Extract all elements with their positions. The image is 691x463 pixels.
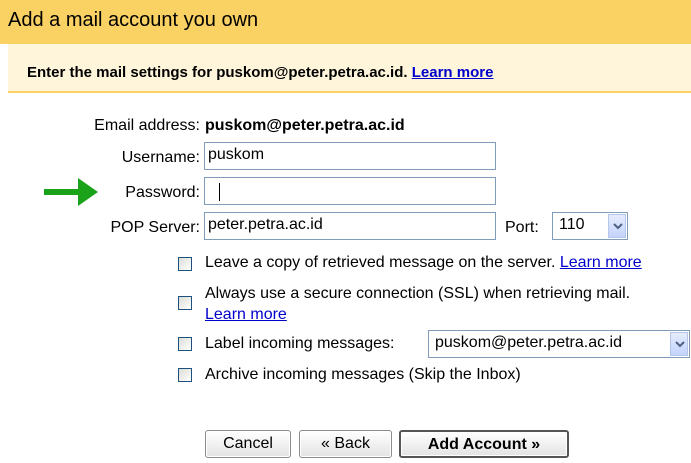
label-incoming-label: Label incoming messages: <box>205 335 395 352</box>
password-label: Password: <box>125 184 200 201</box>
password-input[interactable] <box>204 177 496 205</box>
port-value: 110 <box>559 216 585 233</box>
port-dropdown-button[interactable] <box>608 214 626 238</box>
leave-copy-checkbox[interactable] <box>178 257 192 271</box>
cancel-button[interactable]: Cancel <box>205 430 291 458</box>
add-account-button[interactable]: Add Account » <box>399 430 569 458</box>
ssl-label: Always use a secure connection (SSL) whe… <box>205 285 631 302</box>
dialog-header: Add a mail account you own <box>0 0 691 44</box>
leave-copy-learn-more-link[interactable]: Learn more <box>560 254 642 271</box>
pop-server-input[interactable]: peter.petra.ac.id <box>204 212 496 240</box>
username-label: Username: <box>121 149 200 166</box>
pop-server-label: POP Server: <box>110 219 200 236</box>
username-input[interactable]: puskom <box>204 142 496 170</box>
chevron-down-icon <box>613 223 623 230</box>
archive-checkbox[interactable] <box>178 368 192 382</box>
settings-intro: Enter the mail settings for puskom@peter… <box>8 44 691 93</box>
back-button[interactable]: « Back <box>299 430 392 458</box>
label-dropdown-button[interactable] <box>670 332 688 356</box>
archive-label: Archive incoming messages (Skip the Inbo… <box>205 366 521 383</box>
intro-line: Enter the mail settings for puskom@peter… <box>27 64 493 81</box>
intro-text: Enter the mail settings for puskom@peter… <box>27 64 408 81</box>
email-address-label: Email address: <box>94 117 200 134</box>
leave-copy-option: Leave a copy of retrieved message on the… <box>205 254 642 272</box>
label-select[interactable]: puskom@peter.petra.ac.id <box>428 330 690 358</box>
learn-more-link[interactable]: Learn more <box>412 64 494 81</box>
ssl-learn-more-link[interactable]: Learn more <box>205 306 287 324</box>
dialog-title: Add a mail account you own <box>8 9 259 31</box>
label-select-value: puskom@peter.petra.ac.id <box>435 334 623 351</box>
email-address-value: puskom@peter.petra.ac.id <box>205 117 405 134</box>
chevron-down-icon <box>675 341 685 348</box>
ssl-checkbox[interactable] <box>178 296 192 310</box>
port-label: Port: <box>505 219 539 236</box>
leave-copy-label: Leave a copy of retrieved message on the… <box>205 254 556 271</box>
label-incoming-checkbox[interactable] <box>178 337 192 351</box>
text-cursor <box>219 183 220 201</box>
port-select[interactable]: 110 <box>552 212 628 240</box>
